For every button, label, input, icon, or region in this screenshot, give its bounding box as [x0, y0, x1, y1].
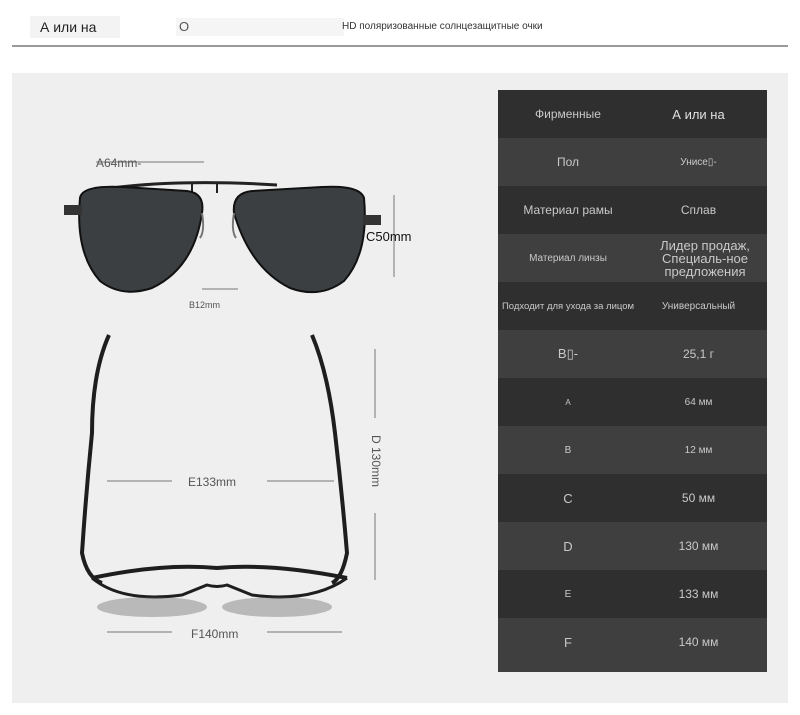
- spec-value: 130 мм: [678, 539, 719, 553]
- spec-row: Материал линзы Лидер продаж, Специаль-но…: [498, 234, 767, 282]
- spec-row: Подходит для ухода за лицом Универсальны…: [498, 282, 767, 330]
- circle-icon: O: [179, 19, 190, 34]
- spec-value: Универсальный: [661, 300, 736, 312]
- dimension-d-label: D 130mm: [369, 435, 383, 488]
- spec-key: Пол: [556, 155, 580, 169]
- spec-key: B▯-: [557, 346, 579, 361]
- dimension-f-label: F140mm: [191, 627, 239, 641]
- spec-row: A 64 мм: [498, 378, 767, 426]
- spec-table: Фирменные А или на Пол Унисе▯- Материал …: [498, 90, 767, 672]
- spec-key: Фирменные: [535, 107, 601, 121]
- spec-row: Фирменные А или на: [498, 90, 767, 138]
- spec-key: B: [564, 444, 572, 456]
- spec-key: F: [564, 634, 572, 650]
- spec-row: D 130 мм: [498, 522, 767, 570]
- dimension-e-label: E133mm: [188, 475, 237, 489]
- spec-key: C: [563, 490, 573, 506]
- spec-row: Материал рамы Сплав: [498, 186, 767, 234]
- spec-value: 25,1 г: [682, 347, 715, 361]
- spec-key: A: [565, 397, 571, 407]
- spec-row: Пол Унисе▯-: [498, 138, 767, 186]
- dimension-c-label: C50mm: [366, 229, 412, 244]
- spec-value: А или на: [672, 106, 725, 122]
- spec-value: Унисе▯-: [680, 156, 717, 168]
- spec-row: B▯- 25,1 г: [498, 330, 767, 378]
- spec-value: 50 мм: [681, 491, 716, 505]
- spec-key: Подходит для ухода за лицом: [501, 300, 635, 312]
- spec-value: 140 мм: [678, 635, 719, 649]
- spec-row: C 50 мм: [498, 474, 767, 522]
- spec-key: Материал линзы: [529, 252, 607, 264]
- header-divider: [12, 45, 788, 47]
- spec-key: E: [564, 588, 572, 600]
- spec-value: Лидер продаж, Специаль-ное предложения: [660, 237, 750, 279]
- sunglasses-drawing: [64, 161, 395, 633]
- spec-value: Сплав: [680, 203, 717, 217]
- spec-key: Материал рамы: [523, 203, 613, 217]
- spec-value: 12 мм: [684, 444, 713, 456]
- brand-name: А или на: [30, 16, 120, 38]
- spec-row: F 140 мм: [498, 618, 767, 672]
- dimension-b-label: B12mm: [189, 300, 221, 310]
- dimension-a-label: A64mm-: [96, 156, 142, 170]
- spec-key: D: [563, 538, 573, 554]
- front-view-glasses: [64, 181, 381, 294]
- spec-row: B 12 мм: [498, 426, 767, 474]
- spec-row: E 133 мм: [498, 570, 767, 618]
- page-title: HD поляризованные солнцезащитные очки: [342, 21, 543, 32]
- spec-value: 133 мм: [678, 587, 719, 601]
- spec-value: 64 мм: [684, 396, 713, 408]
- title-bar: [176, 18, 344, 36]
- top-view-glasses: [79, 334, 350, 599]
